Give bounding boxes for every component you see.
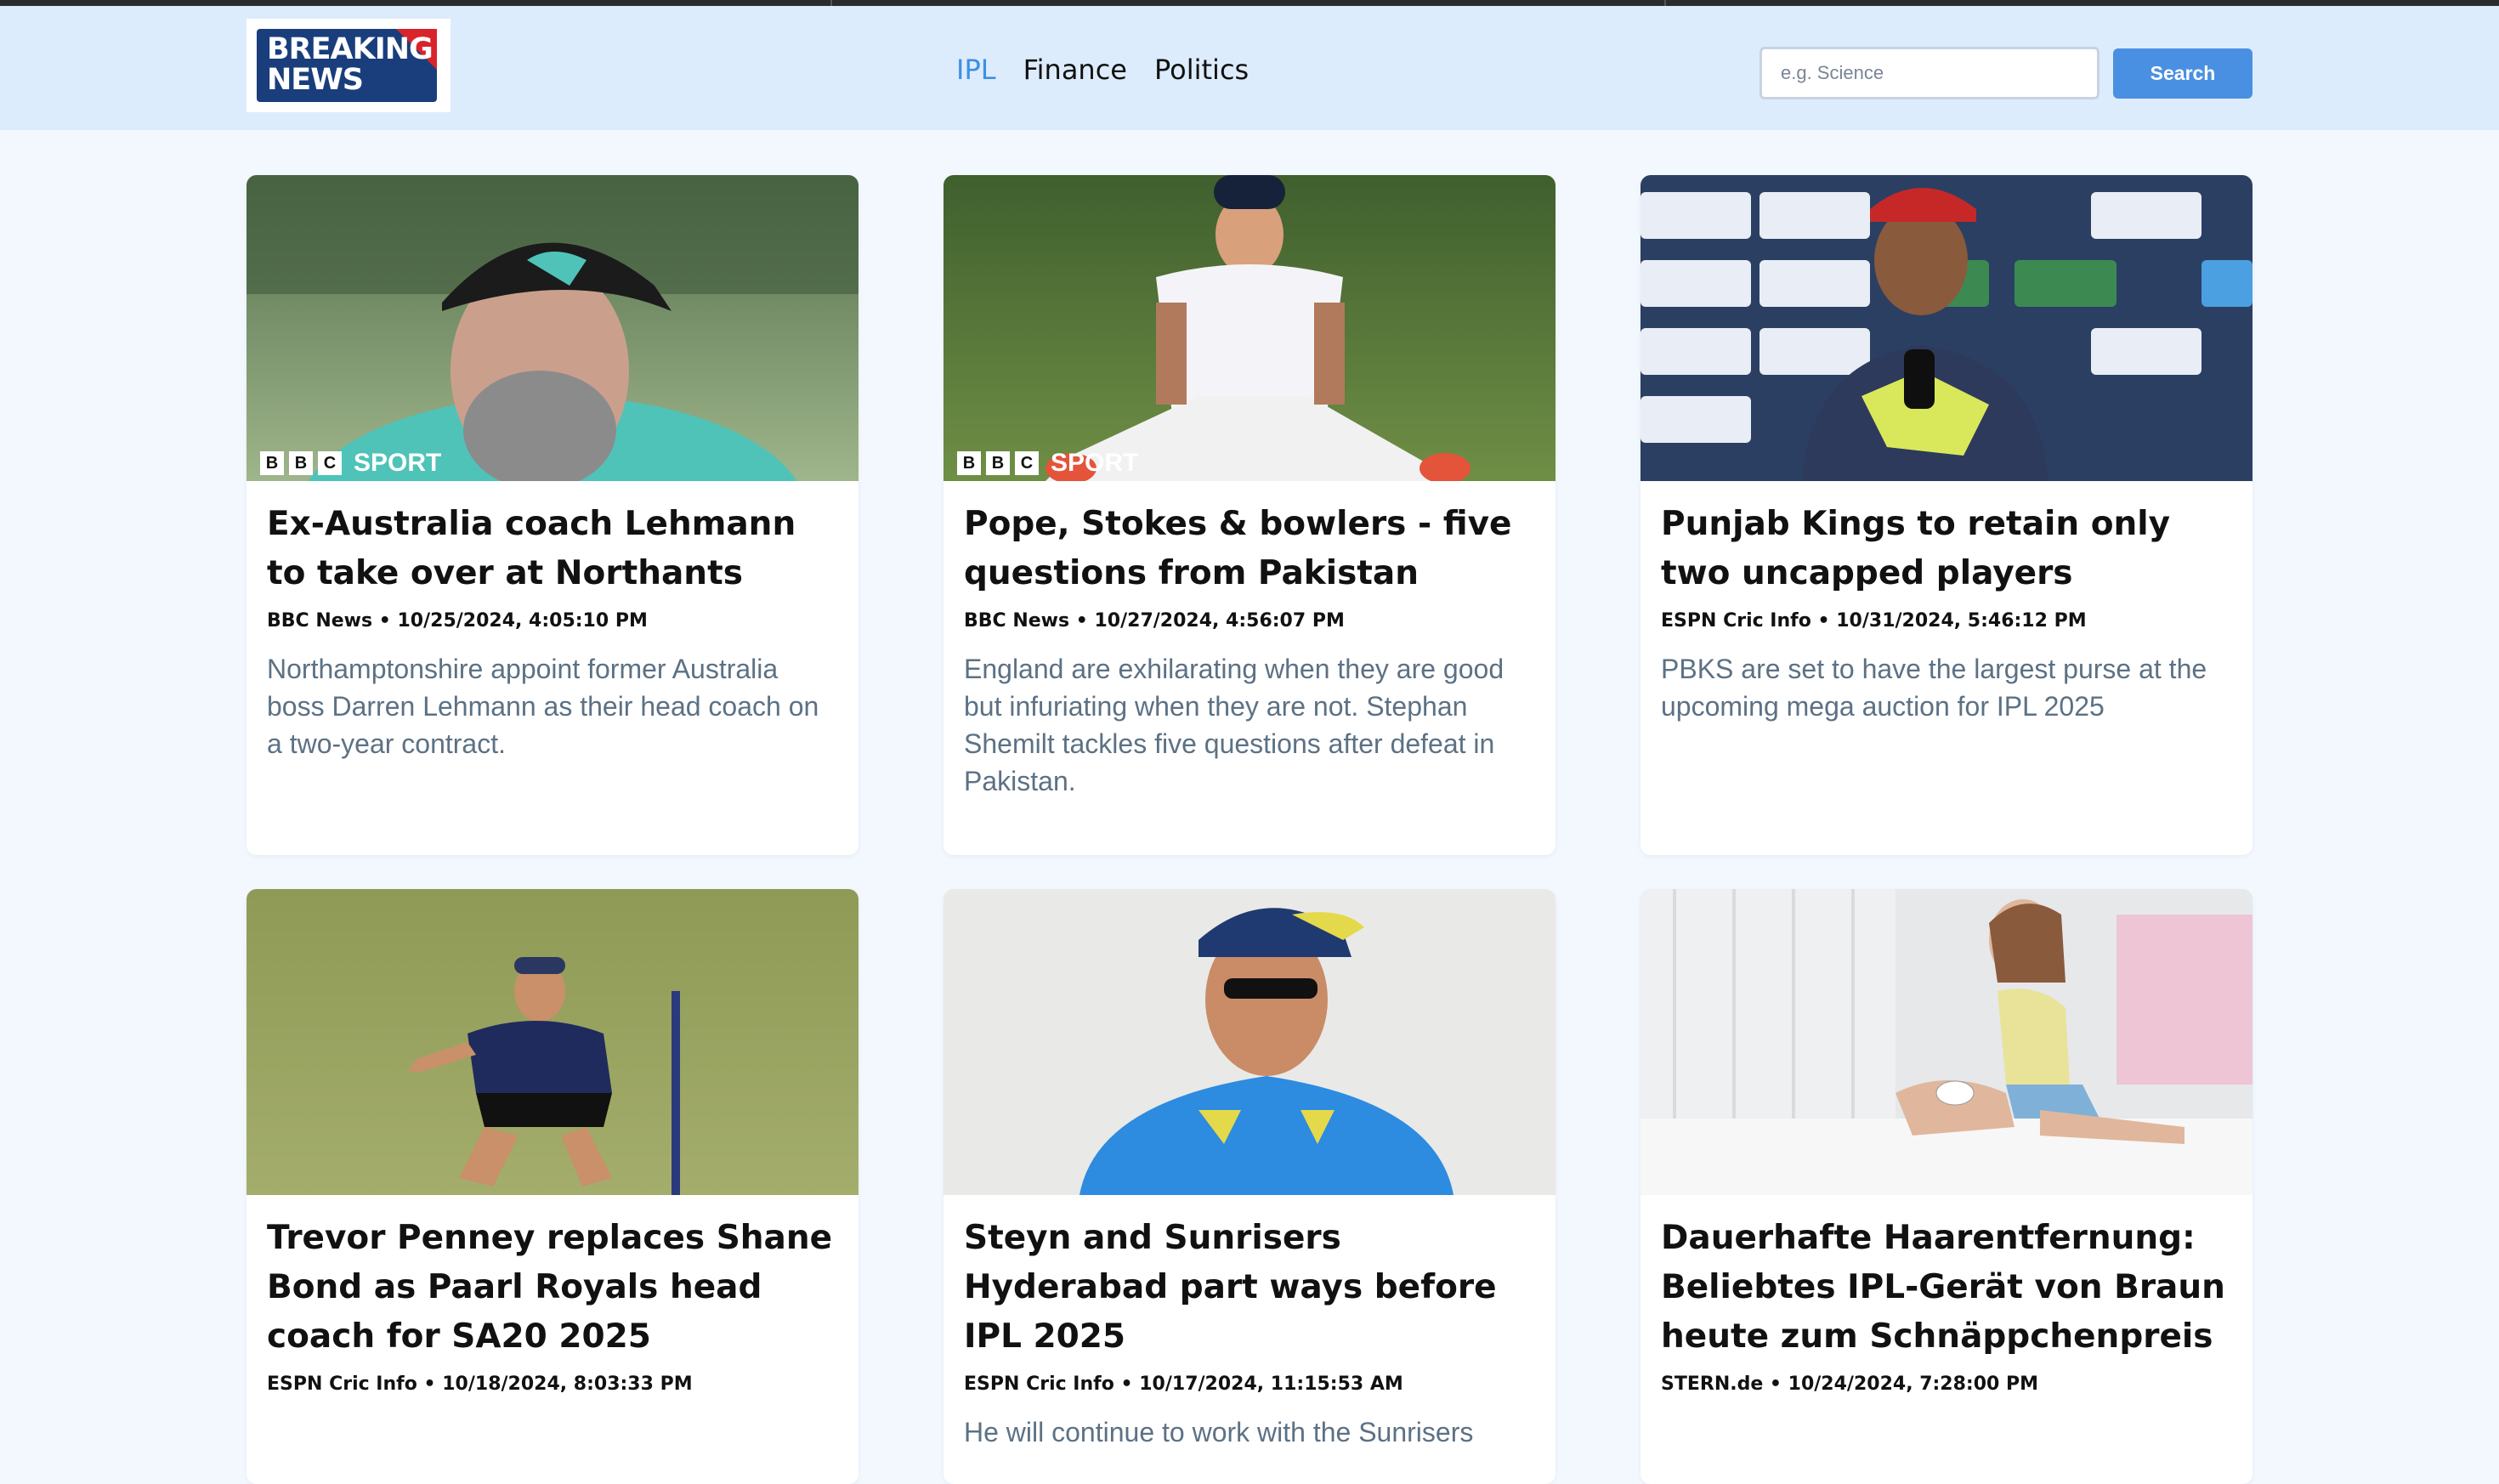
press-conference-image — [1640, 175, 2252, 481]
player-portrait-image — [944, 889, 1556, 1195]
article-description: England are exhilarating when they are g… — [964, 654, 1504, 796]
bbc-sport-watermark: B B C SPORT — [957, 449, 1138, 478]
article-image[interactable]: B B C SPORT — [944, 175, 1556, 481]
article-body: Ex-Australia coach Lehmann to take over … — [246, 481, 858, 817]
coach-portrait-image — [246, 175, 858, 481]
article-body: Punjab Kings to retain only two uncapped… — [1640, 481, 2252, 779]
strip-divider — [830, 0, 832, 6]
watermark-label: SPORT — [354, 449, 442, 477]
watermark-letter: B — [986, 451, 1010, 475]
article-body: Pope, Stokes & bowlers - five questions … — [944, 481, 1556, 854]
nav-item-finance[interactable]: Finance — [1023, 54, 1127, 86]
article-source: BBC News — [267, 610, 373, 632]
bbc-sport-watermark: B B C SPORT — [260, 449, 441, 478]
article-title[interactable]: Dauerhafte Haarentfernung: Beliebtes IPL… — [1661, 1214, 2232, 1362]
watermark-letter: B — [289, 451, 313, 475]
article-meta: BBC News • 10/27/2024, 4:56:07 PM — [964, 610, 1345, 632]
article-image[interactable] — [246, 889, 858, 1195]
cricketer-sitting-image — [944, 175, 1556, 481]
article-card[interactable]: Punjab Kings to retain only two uncapped… — [1640, 175, 2252, 855]
article-title[interactable]: Trevor Penney replaces Shane Bond as Paa… — [267, 1214, 838, 1362]
article-card[interactable]: Trevor Penney replaces Shane Bond as Paa… — [246, 889, 858, 1484]
watermark-letter: B — [260, 451, 284, 475]
article-date: 10/24/2024, 7:28:00 PM — [1788, 1374, 2039, 1395]
article-date: 10/31/2024, 5:46:12 PM — [1836, 610, 2087, 632]
watermark-letter: B — [957, 451, 981, 475]
watermark-label: SPORT — [1051, 449, 1139, 477]
search-button[interactable]: Search — [2113, 48, 2252, 99]
article-body: Steyn and Sunrisers Hyderabad part ways … — [944, 1195, 1556, 1484]
watermark-letter: C — [1015, 451, 1039, 475]
article-meta: STERN.de • 10/24/2024, 7:28:00 PM — [1661, 1374, 2039, 1395]
article-source: ESPN Cric Info — [1661, 610, 1811, 632]
article-title[interactable]: Steyn and Sunrisers Hyderabad part ways … — [964, 1214, 1535, 1362]
nav-item-politics[interactable]: Politics — [1154, 54, 1249, 86]
logo-badge: BREAKING NEWS — [257, 29, 437, 102]
article-description: PBKS are set to have the largest purse a… — [1661, 654, 2207, 722]
site-logo[interactable]: BREAKING NEWS — [246, 19, 450, 112]
article-meta: ESPN Cric Info • 10/31/2024, 5:46:12 PM — [1661, 610, 2087, 632]
article-title[interactable]: Punjab Kings to retain only two uncapped… — [1661, 500, 2232, 598]
article-source: BBC News — [964, 610, 1070, 632]
article-image[interactable] — [1640, 889, 2252, 1195]
article-date: 10/27/2024, 4:56:07 PM — [1094, 610, 1345, 632]
article-description: Northamptonshire appoint former Australi… — [267, 654, 819, 759]
article-card[interactable]: B B C SPORT Ex-Australia coach Lehmann t… — [246, 175, 858, 855]
logo-line-2: NEWS — [267, 63, 364, 97]
article-title[interactable]: Pope, Stokes & bowlers - five questions … — [964, 500, 1535, 598]
site-header: BREAKING NEWS IPL Finance Politics Searc… — [0, 6, 2499, 130]
article-body: Dauerhafte Haarentfernung: Beliebtes IPL… — [1640, 1195, 2252, 1449]
article-meta: ESPN Cric Info • 10/17/2024, 11:15:53 AM — [964, 1374, 1403, 1395]
nav-item-ipl[interactable]: IPL — [956, 54, 996, 86]
browser-top-strip — [0, 0, 2499, 6]
article-date: 10/17/2024, 11:15:53 AM — [1139, 1374, 1403, 1395]
watermark-letter: C — [318, 451, 342, 475]
logo-line-1: BREAKING — [267, 32, 434, 66]
strip-divider — [1664, 0, 1666, 6]
article-card[interactable]: Steyn and Sunrisers Hyderabad part ways … — [944, 889, 1556, 1484]
article-meta: BBC News • 10/25/2024, 4:05:10 PM — [267, 610, 648, 632]
article-image[interactable]: B B C SPORT — [246, 175, 858, 481]
search-input[interactable] — [1760, 47, 2100, 99]
article-description: He will continue to work with the Sunris… — [964, 1417, 1474, 1447]
article-body: Trevor Penney replaces Shane Bond as Paa… — [246, 1195, 858, 1449]
article-title[interactable]: Ex-Australia coach Lehmann to take over … — [267, 500, 838, 598]
article-source: ESPN Cric Info — [964, 1374, 1114, 1395]
article-source: STERN.de — [1661, 1374, 1764, 1395]
article-date: 10/25/2024, 4:05:10 PM — [397, 610, 648, 632]
coach-on-pitch-image — [246, 889, 858, 1195]
category-nav: IPL Finance Politics — [956, 48, 1249, 91]
article-card[interactable]: Dauerhafte Haarentfernung: Beliebtes IPL… — [1640, 889, 2252, 1484]
article-date: 10/18/2024, 8:03:33 PM — [442, 1374, 693, 1395]
article-image[interactable] — [1640, 175, 2252, 481]
article-meta: ESPN Cric Info • 10/18/2024, 8:03:33 PM — [267, 1374, 693, 1395]
product-lifestyle-image — [1640, 889, 2252, 1195]
article-card[interactable]: B B C SPORT Pope, Stokes & bowlers - fiv… — [944, 175, 1556, 855]
article-source: ESPN Cric Info — [267, 1374, 417, 1395]
article-image[interactable] — [944, 889, 1556, 1195]
